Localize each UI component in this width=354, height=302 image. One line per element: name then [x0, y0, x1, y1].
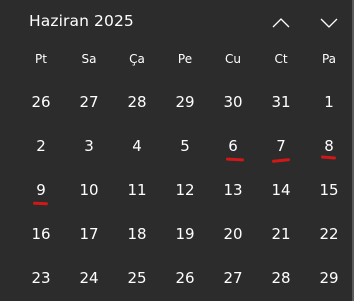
- day-cell[interactable]: 10: [66, 166, 112, 214]
- weekday-label: Pt: [35, 52, 47, 66]
- day-cell[interactable]: 13: [210, 166, 256, 214]
- month-year-title[interactable]: Haziran 2025: [29, 12, 134, 30]
- day-cell[interactable]: 20: [210, 210, 256, 258]
- day-cell[interactable]: 29: [162, 78, 208, 126]
- day-cell[interactable]: 27: [210, 254, 256, 302]
- day-cell[interactable]: 24: [66, 254, 112, 302]
- weekday-label: Cu: [225, 52, 241, 66]
- day-cell[interactable]: 23: [18, 254, 64, 302]
- next-month-button[interactable]: [314, 10, 344, 36]
- week-row: 2 3 4 5 6 7 8: [0, 122, 352, 170]
- day-cell[interactable]: 1: [306, 78, 352, 126]
- calendar-header: Haziran 2025: [0, 0, 352, 46]
- week-row: 26 27 28 29 30 31 1: [0, 78, 352, 126]
- weekday-header-row: Pt Sa Ça Pe Cu Ct Pa: [0, 52, 352, 76]
- day-cell[interactable]: 12: [162, 166, 208, 214]
- day-cell[interactable]: 14: [258, 166, 304, 214]
- day-cell[interactable]: 22: [306, 210, 352, 258]
- day-cell[interactable]: 28: [258, 254, 304, 302]
- day-cell[interactable]: 18: [114, 210, 160, 258]
- day-cell[interactable]: 5: [162, 122, 208, 170]
- day-cell[interactable]: 2: [18, 122, 64, 170]
- chevron-up-icon: [272, 18, 290, 28]
- day-cell[interactable]: 15: [306, 166, 352, 214]
- weekday-label: Pe: [177, 52, 193, 66]
- day-cell[interactable]: 19: [162, 210, 208, 258]
- day-cell[interactable]: 30: [210, 78, 256, 126]
- red-underline-mark: [32, 201, 49, 206]
- day-cell[interactable]: 31: [258, 78, 304, 126]
- weekday-label: Sa: [81, 52, 97, 66]
- calendar-flyout: Haziran 2025 Pt Sa Ça Pe Cu Ct Pa 26 27 …: [0, 0, 354, 301]
- weekday-label: Ça: [129, 52, 145, 66]
- day-cell[interactable]: 17: [66, 210, 112, 258]
- week-row: 9 10 11 12 13 14 15: [0, 166, 352, 214]
- day-cell[interactable]: 27: [66, 78, 112, 126]
- chevron-down-icon: [320, 18, 338, 28]
- day-cell[interactable]: 21: [258, 210, 304, 258]
- day-cell[interactable]: 25: [114, 254, 160, 302]
- day-cell[interactable]: 16: [18, 210, 64, 258]
- week-row: 16 17 18 19 20 21 22: [0, 210, 352, 258]
- day-cell[interactable]: 8: [306, 122, 352, 170]
- day-cell[interactable]: 6: [210, 122, 256, 170]
- day-cell[interactable]: 9: [18, 166, 64, 214]
- week-row: 23 24 25 26 27 28 29: [0, 254, 352, 302]
- day-cell[interactable]: 4: [114, 122, 160, 170]
- day-cell[interactable]: 3: [66, 122, 112, 170]
- day-cell[interactable]: 26: [18, 78, 64, 126]
- weekday-label: Pa: [321, 52, 337, 66]
- previous-month-button[interactable]: [266, 10, 296, 36]
- day-cell[interactable]: 7: [258, 122, 304, 170]
- day-cell[interactable]: 11: [114, 166, 160, 214]
- weekday-label: Ct: [274, 52, 288, 66]
- day-cell[interactable]: 28: [114, 78, 160, 126]
- day-cell[interactable]: 29: [306, 254, 352, 302]
- day-cell[interactable]: 26: [162, 254, 208, 302]
- day-grid: 26 27 28 29 30 31 1 2 3 4 5 6 7 8 9 10 1…: [0, 78, 352, 298]
